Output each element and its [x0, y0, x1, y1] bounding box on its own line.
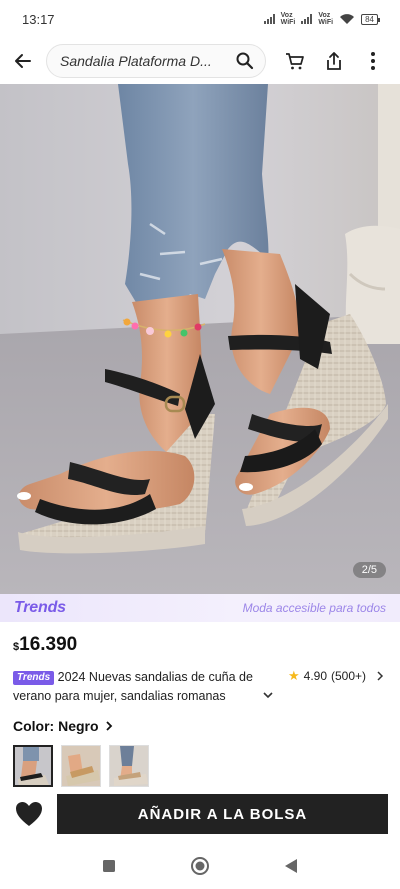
status-indicators: Voz WiFi Voz WiFi 84 [263, 12, 380, 26]
system-nav-bar [0, 843, 400, 889]
signal-icon [263, 14, 275, 24]
color-selector-label[interactable]: Color: Negro [13, 718, 113, 734]
more-vert-icon [371, 52, 375, 70]
swatch-thumbnail [62, 746, 100, 786]
swatch-thumbnail [110, 746, 148, 786]
color-swatches [13, 745, 149, 787]
chevron-right-icon [377, 671, 384, 681]
add-to-bag-button[interactable]: AÑADIR A LA BOLSA [57, 794, 388, 834]
share-button[interactable] [324, 40, 344, 82]
rating[interactable]: ★ 4.90 (500+) [288, 668, 384, 684]
more-button[interactable] [354, 40, 392, 82]
color-swatch-3[interactable] [109, 745, 149, 787]
search-query: Sandalia Plataforma D... [60, 53, 212, 69]
signal-icon [301, 14, 313, 24]
top-bar: Sandalia Plataforma D... [0, 40, 400, 82]
recents-square-icon[interactable] [102, 859, 116, 873]
chevron-right-icon [105, 721, 112, 731]
wishlist-heart-icon[interactable] [14, 799, 44, 829]
image-counter: 2/5 [352, 562, 386, 578]
network-label: Voz WiFi [280, 12, 296, 26]
color-value: Negro [58, 718, 99, 734]
battery-icon: 84 [361, 13, 380, 25]
price: $16.390 [13, 634, 77, 656]
search-bar[interactable]: Sandalia Plataforma D... [46, 44, 266, 78]
chevron-down-icon[interactable] [263, 690, 273, 700]
price-value: 16.390 [19, 634, 78, 655]
status-bar: 13:17 Voz WiFi Voz WiFi 84 [0, 0, 400, 38]
color-swatch-2[interactable] [61, 745, 101, 787]
color-label: Color: [13, 718, 55, 734]
cart-icon [286, 53, 304, 70]
trends-tagline: Moda accesible para todos [242, 601, 386, 615]
review-count: (500+) [331, 669, 367, 683]
share-icon [327, 52, 341, 70]
search-icon[interactable] [235, 51, 255, 71]
star-icon: ★ [288, 668, 300, 683]
sandal-photo [0, 84, 400, 594]
rating-value: 4.90 [303, 669, 328, 683]
back-button[interactable] [0, 40, 46, 82]
cart-button[interactable] [266, 40, 324, 82]
trends-badge: Trends [13, 671, 55, 685]
status-time: 13:17 [22, 11, 55, 27]
trends-banner[interactable]: Trends Moda accesible para todos [0, 594, 400, 622]
color-swatch-black[interactable] [13, 745, 53, 787]
wifi-icon [340, 14, 355, 24]
back-arrow-icon [15, 54, 31, 68]
back-triangle-icon[interactable] [284, 858, 298, 874]
network-label: Voz WiFi [318, 12, 334, 26]
product-image[interactable]: 2/5 [0, 84, 400, 594]
product-title[interactable]: Trends 2024 Nuevas sandalias de cuña de … [13, 668, 271, 706]
trends-logo: Trends [14, 599, 66, 616]
swatch-thumbnail [15, 747, 51, 785]
home-circle-icon[interactable] [190, 856, 210, 876]
